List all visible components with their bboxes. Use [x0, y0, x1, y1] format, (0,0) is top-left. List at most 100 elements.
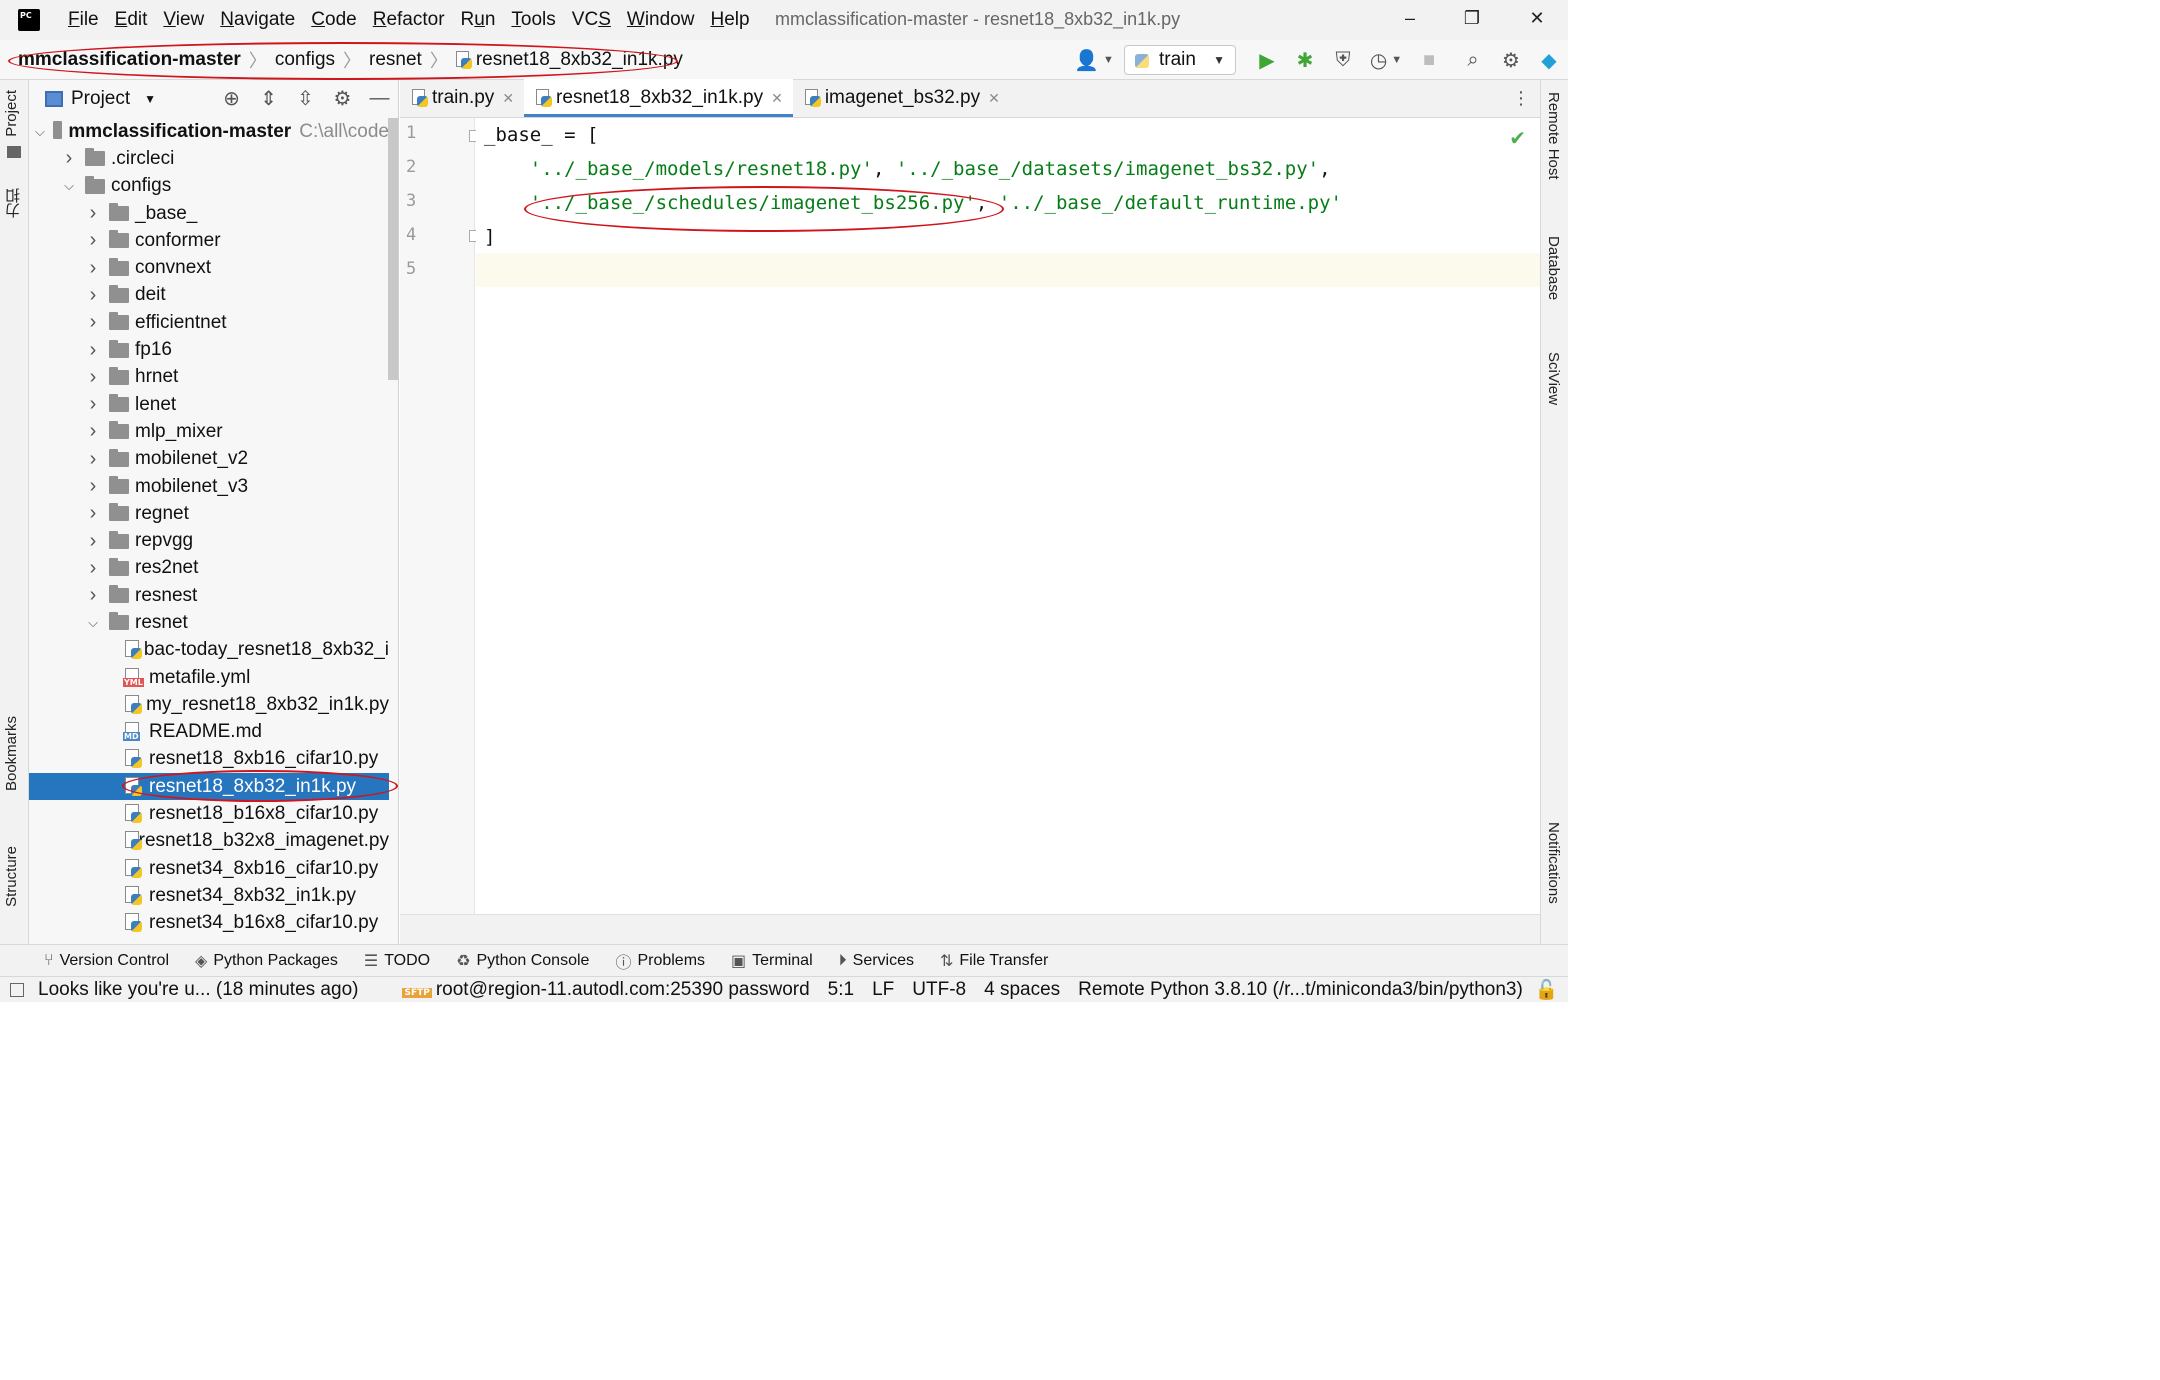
breadcrumb-file[interactable]: resnet18_8xb32_in1k.py: [455, 49, 683, 71]
project-panel-title[interactable]: Project: [71, 88, 130, 110]
tree-file[interactable]: resnet34_8xb16_cifar10.py: [29, 855, 389, 882]
more-vertical-icon[interactable]: ⋮: [1512, 88, 1530, 109]
remote-connection[interactable]: SFTP root@region-11.autodl.com:25390 pass…: [402, 979, 810, 1001]
chevron-right-icon[interactable]: ›: [85, 366, 101, 389]
user-account-icon[interactable]: 👤 ▼: [1072, 43, 1116, 77]
code-with-me-icon[interactable]: ◆: [1532, 43, 1566, 77]
menu-help[interactable]: Help: [702, 9, 757, 31]
breadcrumb-resnet[interactable]: resnet: [369, 49, 422, 71]
lock-icon[interactable]: 🔓: [1535, 978, 1559, 1002]
menu-window[interactable]: Window: [619, 9, 703, 31]
file-encoding[interactable]: UTF-8: [912, 979, 966, 1001]
chevron-right-icon[interactable]: ›: [85, 257, 101, 280]
tree-file[interactable]: resnet18_b16x8_cifar10.py: [29, 800, 389, 827]
tree-root[interactable]: ⌵ mmclassification-master C:\all\code: [29, 118, 389, 145]
line-separator[interactable]: LF: [872, 979, 894, 1001]
close-icon[interactable]: ✕: [502, 90, 514, 107]
tree-file[interactable]: bac-today_resnet18_8xb32_i: [29, 637, 389, 664]
chevron-down-icon[interactable]: ⌵: [35, 124, 45, 140]
file-transfer-button[interactable]: ⇅ File Transfer: [940, 951, 1048, 971]
menu-refactor[interactable]: Refactor: [365, 9, 453, 31]
python-interpreter[interactable]: Remote Python 3.8.10 (/r...t/miniconda3/…: [1078, 979, 1523, 1001]
indent-setting[interactable]: 4 spaces: [984, 979, 1060, 1001]
terminal-button[interactable]: ▣ Terminal: [731, 951, 813, 971]
restore-icon[interactable]: ❐: [1462, 8, 1482, 30]
chevron-right-icon[interactable]: ›: [85, 284, 101, 307]
tree-folder-res2net[interactable]: › res2net: [29, 555, 389, 582]
tree-file[interactable]: YML metafile.yml: [29, 664, 389, 691]
chevron-down-icon[interactable]: ▼: [144, 92, 156, 106]
search-icon[interactable]: ⌕: [1456, 43, 1490, 77]
tree-file[interactable]: MD README.md: [29, 719, 389, 746]
tree-folder-mobilenet-v3[interactable]: › mobilenet_v3: [29, 473, 389, 500]
tree-file[interactable]: resnet34_8xb32_in1k.py: [29, 882, 389, 909]
locate-file-icon[interactable]: ⊕: [213, 86, 250, 111]
caret-position[interactable]: 5:1: [828, 979, 854, 1001]
tree-folder-lenet[interactable]: › lenet: [29, 391, 389, 418]
menu-run[interactable]: Run: [453, 9, 504, 31]
hide-panel-icon[interactable]: —: [361, 87, 398, 110]
chevron-right-icon[interactable]: ›: [85, 584, 101, 607]
tree-folder-regnet[interactable]: › regnet: [29, 500, 389, 527]
tab-train-py[interactable]: train.py ✕: [400, 79, 524, 117]
chevron-down-icon[interactable]: ⌵: [61, 178, 77, 194]
code-editor[interactable]: _base_ = [ '../_base_/models/resnet18.py…: [476, 118, 1540, 914]
todo-button[interactable]: ☰ TODO: [364, 951, 430, 971]
tree-file[interactable]: my_resnet18_8xb32_in1k.py: [29, 691, 389, 718]
notifications-tool-tab[interactable]: Notifications: [1545, 822, 1562, 904]
tree-folder-convnext[interactable]: › convnext: [29, 254, 389, 281]
gear-icon[interactable]: ⚙: [324, 86, 361, 111]
leetcode-tool-tab[interactable]: 力扣: [3, 188, 24, 218]
close-icon[interactable]: ✕: [1527, 8, 1547, 30]
status-message[interactable]: Looks like you're u... (18 minutes ago): [38, 979, 358, 1001]
tree-file[interactable]: resnet18_b32x8_imagenet.py: [29, 828, 389, 855]
version-control-button[interactable]: ⑂ Version Control: [44, 952, 169, 970]
tree-folder-resnest[interactable]: › resnest: [29, 582, 389, 609]
breadcrumb-project[interactable]: mmclassification-master: [18, 49, 241, 71]
structure-tool-tab[interactable]: Structure: [3, 846, 20, 907]
debug-icon[interactable]: ✱: [1288, 43, 1322, 77]
tree-folder-resnet[interactable]: ⌵ resnet: [29, 609, 389, 636]
tab-resnet18-8xb32-in1k[interactable]: resnet18_8xb32_in1k.py ✕: [524, 79, 793, 117]
close-icon[interactable]: ✕: [771, 90, 783, 107]
close-icon[interactable]: ✕: [988, 90, 1000, 107]
tree-folder-efficientnet[interactable]: › efficientnet: [29, 309, 389, 336]
database-tool-tab[interactable]: Database: [1545, 236, 1562, 300]
menu-navigate[interactable]: Navigate: [212, 9, 303, 31]
project-tool-tab[interactable]: Project: [3, 90, 20, 137]
menu-code[interactable]: Code: [303, 9, 364, 31]
tree-folder-hrnet[interactable]: › hrnet: [29, 364, 389, 391]
chevron-right-icon[interactable]: ›: [85, 448, 101, 471]
stop-icon[interactable]: ■: [1412, 43, 1446, 77]
expand-all-icon[interactable]: ⇕: [250, 86, 287, 111]
tree-file[interactable]: resnet18_8xb16_cifar10.py: [29, 746, 389, 773]
menu-vcs[interactable]: VCS: [564, 9, 619, 31]
chevron-right-icon[interactable]: ›: [85, 393, 101, 416]
problems-button[interactable]: ⓘ Problems: [615, 949, 705, 973]
collapse-all-icon[interactable]: ⇳: [287, 86, 324, 111]
chevron-right-icon[interactable]: ›: [85, 420, 101, 443]
python-packages-button[interactable]: ◈ Python Packages: [195, 951, 338, 971]
tree-folder-conformer[interactable]: › conformer: [29, 227, 389, 254]
run-with-coverage-icon[interactable]: ⛨: [1326, 43, 1360, 77]
breadcrumb-configs[interactable]: configs: [275, 49, 335, 71]
services-button[interactable]: ⏵ Services: [839, 952, 914, 970]
gear-icon[interactable]: ⚙: [1494, 43, 1528, 77]
menu-tools[interactable]: Tools: [503, 9, 563, 31]
tree-folder-repvgg[interactable]: › repvgg: [29, 527, 389, 554]
python-console-button[interactable]: ♻ Python Console: [456, 951, 589, 971]
tree-folder-configs[interactable]: ⌵ configs: [29, 173, 389, 200]
chevron-right-icon[interactable]: ›: [85, 557, 101, 580]
chevron-right-icon[interactable]: ›: [85, 202, 101, 225]
chevron-right-icon[interactable]: ›: [85, 339, 101, 362]
tree-folder--circleci[interactable]: › .circleci: [29, 145, 389, 172]
chevron-right-icon[interactable]: ›: [61, 147, 77, 170]
no-problems-check-icon[interactable]: ✔: [1509, 126, 1526, 151]
menu-view[interactable]: View: [155, 9, 212, 31]
tree-folder-deit[interactable]: › deit: [29, 282, 389, 309]
tree-folder-mobilenet-v2[interactable]: › mobilenet_v2: [29, 446, 389, 473]
chevron-right-icon[interactable]: ›: [85, 229, 101, 252]
chevron-right-icon[interactable]: ›: [85, 502, 101, 525]
chevron-right-icon[interactable]: ›: [85, 475, 101, 498]
remote-host-tool-tab[interactable]: Remote Host: [1545, 92, 1562, 180]
